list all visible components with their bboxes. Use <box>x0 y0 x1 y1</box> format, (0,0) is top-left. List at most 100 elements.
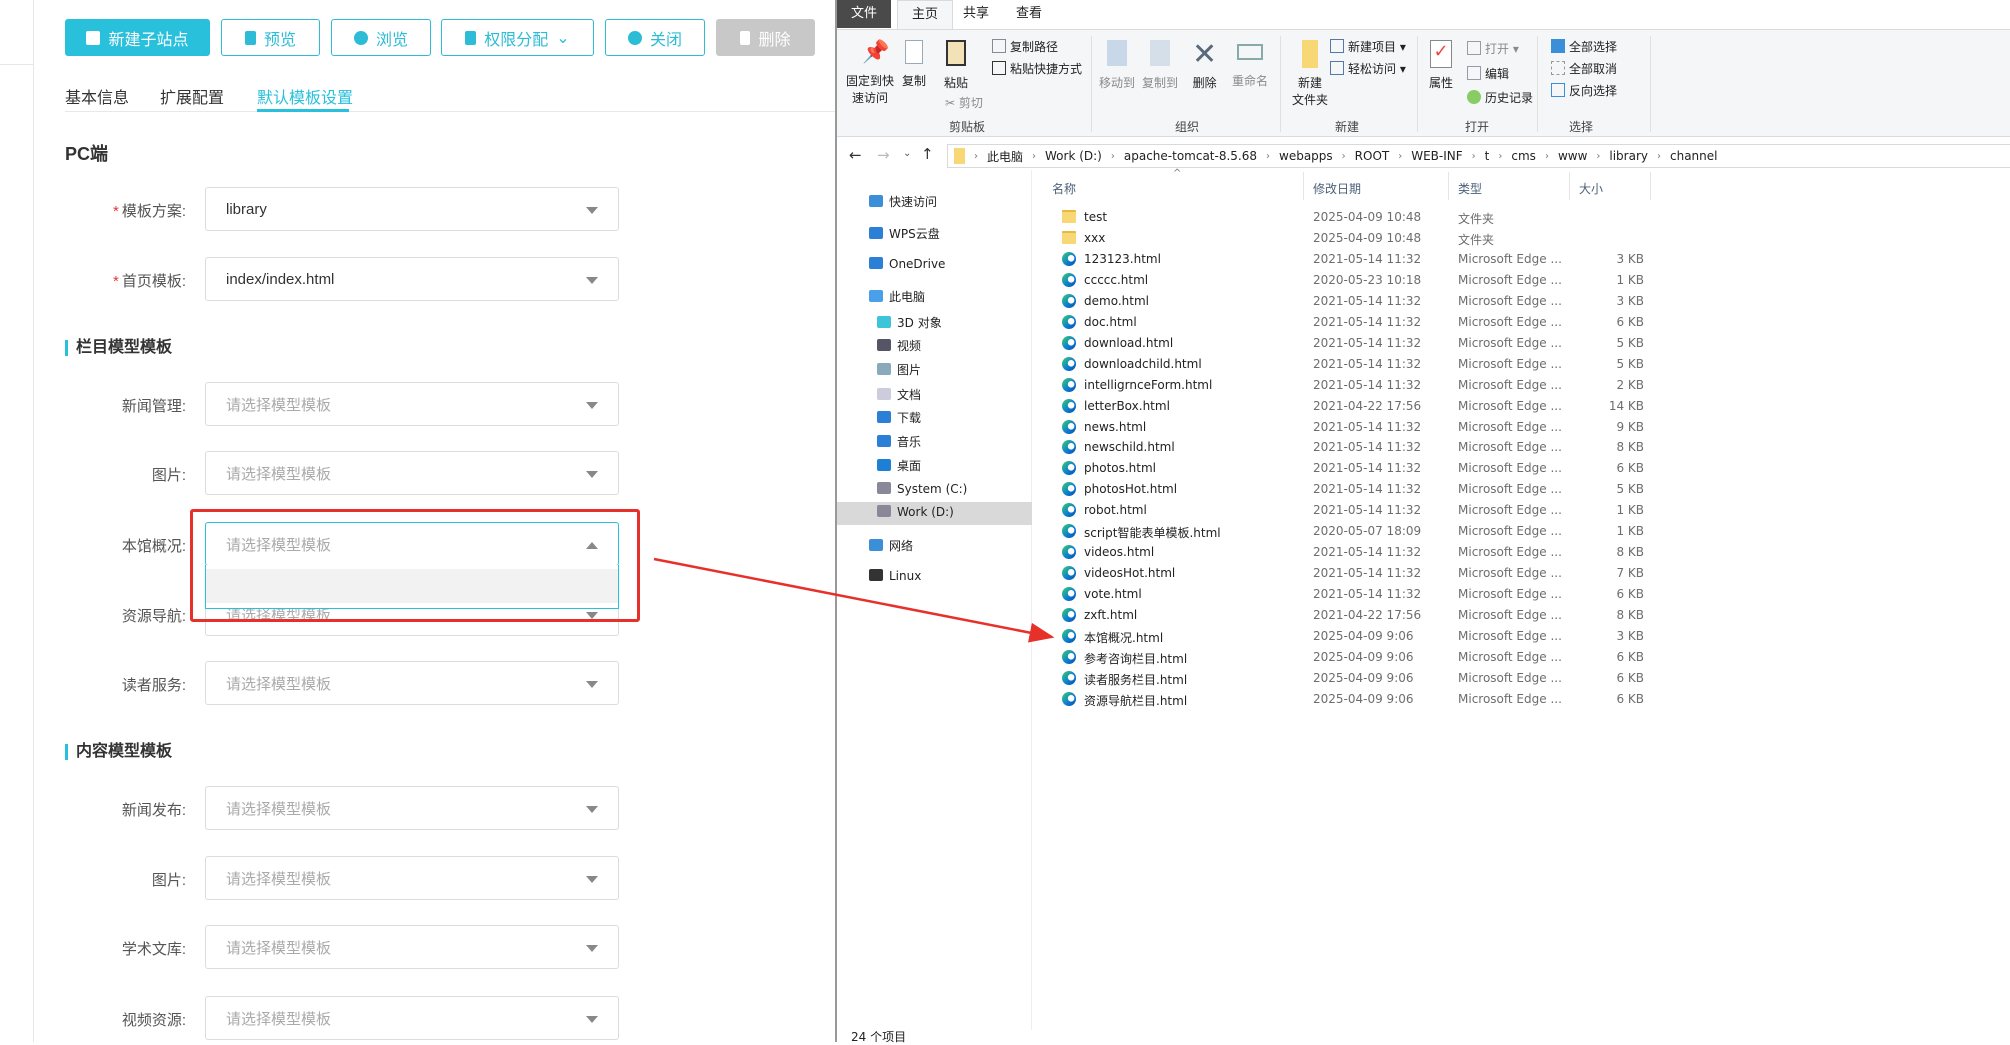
chevron-right-icon[interactable]: › <box>1111 151 1115 162</box>
up-button[interactable]: ↑ <box>921 145 934 163</box>
template-select[interactable]: library <box>205 187 619 231</box>
breadcrumb-item[interactable]: t <box>1485 149 1490 163</box>
nav-item[interactable]: 3D 对象 <box>877 314 942 331</box>
select-none-button[interactable]: 全部取消 <box>1551 60 1617 77</box>
breadcrumb-item[interactable]: Work (D:) <box>1045 149 1102 163</box>
breadcrumb-item[interactable]: webapps <box>1279 149 1333 163</box>
file-row[interactable]: downloadchild.html 2021-05-14 11:32 Micros… <box>1052 354 1644 375</box>
edit-button[interactable]: 编辑 <box>1467 65 1509 82</box>
rename-button[interactable]: 重命名 <box>1232 40 1268 89</box>
file-row[interactable]: robot.html 2021-05-14 11:32 Microsoft Edge… <box>1052 500 1644 521</box>
file-row[interactable]: photos.html 2021-05-14 11:32 Microsoft Edg… <box>1052 458 1644 479</box>
chevron-right-icon[interactable]: › <box>1398 151 1402 162</box>
ribbon-tab-view[interactable]: 查看 <box>1002 0 1056 28</box>
file-row[interactable]: videosHot.html 2021-05-14 11:32 Microsoft … <box>1052 563 1644 584</box>
select-all-button[interactable]: 全部选择 <box>1551 38 1617 55</box>
file-row[interactable]: 读者服务栏目.html 2025-04-09 9:06 Microsoft Edge… <box>1052 668 1644 689</box>
nav-item[interactable]: OneDrive <box>869 257 945 271</box>
chevron-right-icon[interactable]: › <box>1596 151 1600 162</box>
column-header-type[interactable]: 类型 <box>1458 180 1482 197</box>
nav-item[interactable]: 此电脑 <box>869 288 925 305</box>
forward-button[interactable]: → <box>877 146 890 164</box>
nav-item[interactable]: 网络 <box>869 537 913 554</box>
file-row[interactable]: test 2025-04-09 10:48 文件夹 <box>1052 207 1512 228</box>
tab-default-template[interactable]: 默认模板设置 <box>257 84 353 108</box>
file-row[interactable]: zxft.html 2021-04-22 17:56 Microsoft Edge … <box>1052 605 1644 626</box>
chevron-right-icon[interactable]: › <box>1266 151 1270 162</box>
breadcrumb-item[interactable]: channel <box>1670 149 1717 163</box>
breadcrumb-item[interactable]: apache-tomcat-8.5.68 <box>1124 149 1257 163</box>
open-button[interactable]: 打开 ▾ <box>1467 40 1519 57</box>
breadcrumb-item[interactable]: WEB-INF <box>1411 149 1462 163</box>
column-header-date[interactable]: 修改日期 <box>1313 180 1361 197</box>
chevron-right-icon[interactable]: › <box>974 151 978 162</box>
nav-item[interactable]: Work (D:) <box>877 505 954 519</box>
nav-item[interactable]: WPS云盘 <box>869 225 940 242</box>
close-button[interactable]: 关闭 <box>605 19 705 56</box>
chevron-right-icon[interactable]: › <box>1032 151 1036 162</box>
file-row[interactable]: doc.html 2021-05-14 11:32 Microsoft Edge .… <box>1052 312 1644 333</box>
file-row[interactable]: news.html 2021-05-14 11:32 Microsoft Edge … <box>1052 417 1644 438</box>
file-row[interactable]: 本馆概况.html 2025-04-09 9:06 Microsoft Edge .… <box>1052 626 1644 647</box>
invert-selection-button[interactable]: 反向选择 <box>1551 82 1617 99</box>
browse-button[interactable]: 浏览 <box>331 19 431 56</box>
properties-button[interactable]: ✓ 属性 <box>1429 40 1453 91</box>
column-header-size[interactable]: 大小 <box>1579 180 1603 197</box>
template-select[interactable]: 请选择模型模板 <box>205 786 619 830</box>
file-row[interactable]: script智能表单模板.html 2020-05-07 18:09 Microso… <box>1052 521 1644 542</box>
file-row[interactable]: intelligrnceForm.html 2021-05-14 11:32 Mic… <box>1052 375 1644 396</box>
address-bar[interactable]: › 此电脑 › Work (D:) › apache-tomcat-8.5.68 › weba… <box>947 144 2010 168</box>
chevron-right-icon[interactable]: › <box>1545 151 1549 162</box>
breadcrumb-item[interactable]: library <box>1609 149 1648 163</box>
copy-path-button[interactable]: 复制路径 <box>992 38 1058 55</box>
breadcrumb-item[interactable]: ROOT <box>1355 149 1390 163</box>
nav-item[interactable]: 下载 <box>877 409 921 426</box>
tab-basic-info[interactable]: 基本信息 <box>65 84 129 108</box>
breadcrumb-item[interactable]: 此电脑 <box>987 148 1023 165</box>
breadcrumb-item[interactable]: www <box>1558 149 1587 163</box>
file-row[interactable]: videos.html 2021-05-14 11:32 Microsoft Edg… <box>1052 542 1644 563</box>
nav-item[interactable]: 音乐 <box>877 433 921 450</box>
cut-button[interactable]: ✂ 剪切 <box>945 94 983 111</box>
chevron-right-icon[interactable]: › <box>1342 151 1346 162</box>
new-site-button[interactable]: 新建子站点 <box>65 19 210 56</box>
file-row[interactable]: 123123.html 2021-05-14 11:32 Microsoft Edg… <box>1052 249 1644 270</box>
nav-item[interactable]: 图片 <box>877 361 921 378</box>
column-header-name[interactable]: 名称 <box>1052 180 1076 197</box>
template-select[interactable]: 请选择模型模板 <box>205 856 619 900</box>
history-button[interactable]: 历史记录 <box>1467 89 1533 106</box>
template-select[interactable]: index/index.html <box>205 257 619 301</box>
tab-extended-config[interactable]: 扩展配置 <box>160 84 224 108</box>
file-row[interactable]: demo.html 2021-05-14 11:32 Microsoft Edge … <box>1052 291 1644 312</box>
pin-quick-access-button[interactable]: 📌 固定到快 速访问 <box>845 40 895 106</box>
paste-button[interactable]: 粘贴 <box>944 40 968 91</box>
file-row[interactable]: xxx 2025-04-09 10:48 文件夹 <box>1052 228 1512 249</box>
template-select[interactable]: 请选择模型模板 <box>205 522 619 566</box>
ribbon-tab-share[interactable]: 共享 <box>949 0 1003 28</box>
copy-to-button[interactable]: 复制到 <box>1142 40 1178 91</box>
file-row[interactable]: vote.html 2021-05-14 11:32 Microsoft Edge … <box>1052 584 1644 605</box>
nav-item[interactable]: System (C:) <box>877 482 967 496</box>
template-select[interactable]: 请选择模型模板 <box>205 925 619 969</box>
paste-shortcut-button[interactable]: 粘贴快捷方式 <box>992 60 1082 77</box>
template-select[interactable]: 请选择模型模板 <box>205 661 619 705</box>
chevron-right-icon[interactable]: › <box>1657 151 1661 162</box>
breadcrumb-item[interactable]: cms <box>1511 149 1536 163</box>
file-row[interactable]: letterBox.html 2021-04-22 17:56 Microsoft … <box>1052 396 1644 417</box>
template-select[interactable]: 请选择模型模板 <box>205 996 619 1040</box>
nav-item[interactable]: 文档 <box>877 386 921 403</box>
file-row[interactable]: 参考咨询栏目.html 2025-04-09 9:06 Microsoft Edge… <box>1052 647 1644 668</box>
template-select[interactable]: 请选择模型模板 <box>205 382 619 426</box>
file-row[interactable]: download.html 2021-05-14 11:32 Microsoft E… <box>1052 333 1644 354</box>
preview-button[interactable]: 预览 <box>221 19 320 56</box>
file-row[interactable]: photosHot.html 2021-05-14 11:32 Microsoft … <box>1052 479 1644 500</box>
ribbon-tab-file[interactable]: 文件 <box>837 0 892 28</box>
chevron-right-icon[interactable]: › <box>1498 151 1502 162</box>
delete-button[interactable]: 删除 <box>716 19 815 56</box>
back-button[interactable]: ← <box>849 146 862 164</box>
dropdown-empty-option[interactable] <box>206 569 618 603</box>
nav-item[interactable]: 桌面 <box>877 457 921 474</box>
nav-item[interactable]: 视频 <box>877 337 921 354</box>
permissions-button[interactable]: 权限分配 ⌄ <box>441 19 594 56</box>
select-dropdown-panel[interactable] <box>205 565 619 609</box>
